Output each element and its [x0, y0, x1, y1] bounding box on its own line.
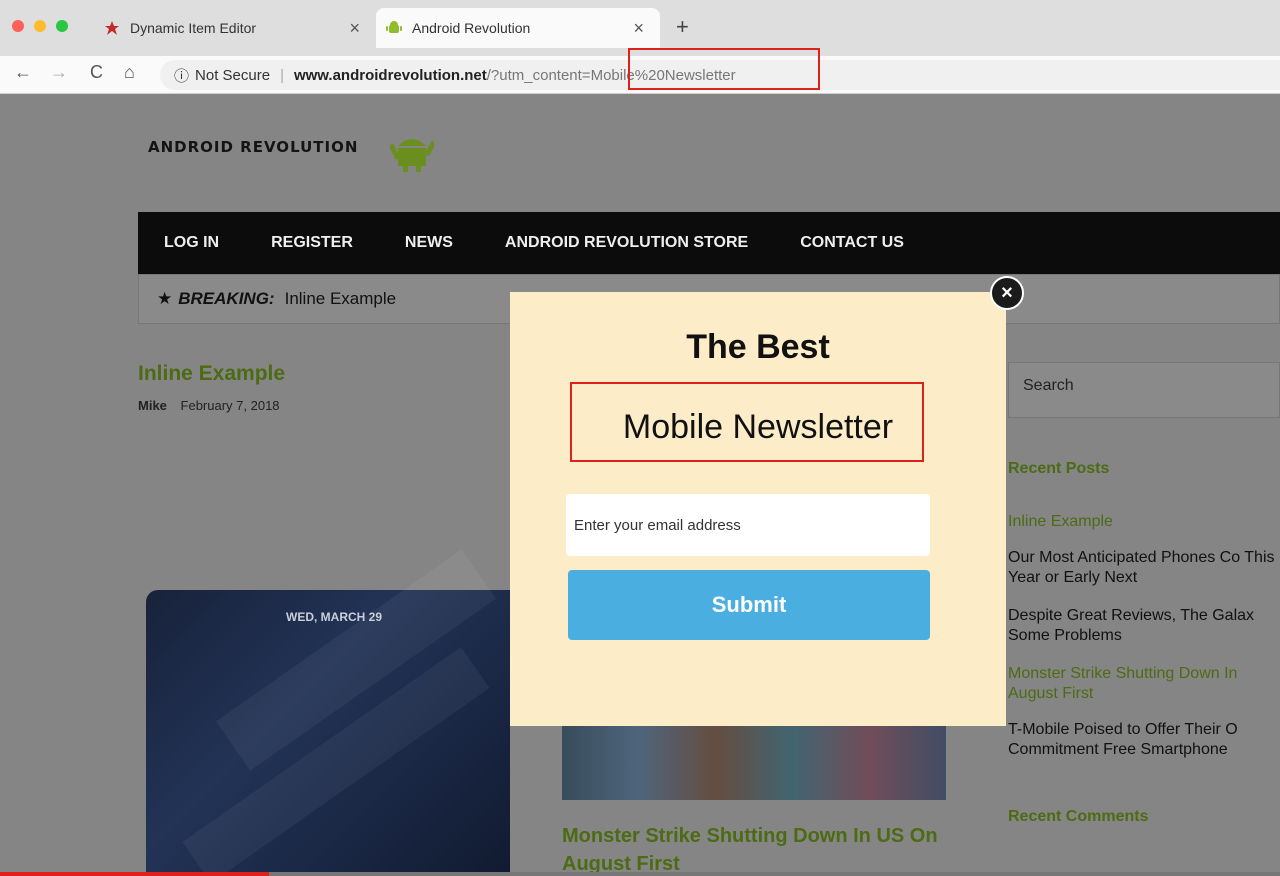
main-nav: LOG IN REGISTER NEWS ANDROID REVOLUTION …	[138, 212, 1280, 274]
recent-post-link[interactable]: Despite Great Reviews, The Galax Some Pr…	[1008, 606, 1280, 648]
back-arrow-icon[interactable]: ←	[14, 62, 32, 83]
android-favicon-icon	[386, 20, 402, 36]
tab-label: Android Revolution	[412, 20, 531, 36]
phone-image[interactable]: WED, MARCH 29	[146, 549, 510, 876]
android-logo-icon	[389, 134, 436, 177]
close-window-button[interactable]	[12, 20, 24, 32]
reload-icon[interactable]: C	[90, 62, 103, 83]
recent-post-link[interactable]: Our Most Anticipated Phones Co This Year…	[1008, 548, 1280, 590]
post-author[interactable]: Mike	[138, 398, 167, 413]
url-host: www.androidrevolution.net	[293, 66, 487, 84]
tab-close-icon[interactable]: ×	[349, 18, 360, 39]
newsletter-modal: The Best Mobile Newsletter Submit	[510, 292, 1006, 726]
email-field[interactable]	[566, 494, 930, 556]
close-icon[interactable]: ×	[990, 276, 1024, 310]
nav-contact[interactable]: CONTACT US	[800, 234, 904, 252]
maximize-window-button[interactable]	[56, 20, 68, 32]
post-date: February 7, 2018	[180, 398, 280, 413]
recent-post-link[interactable]: T-Mobile Poised to Offer Their O Commitm…	[1008, 720, 1280, 762]
phone-date: WED, MARCH 29	[286, 610, 383, 624]
tab-favicon-icon	[104, 20, 120, 36]
tab-label: Dynamic Item Editor	[130, 20, 257, 36]
url-highlight-box	[628, 48, 820, 90]
minimize-window-button[interactable]	[34, 20, 46, 32]
recent-posts-title: Recent Posts	[1008, 460, 1110, 477]
breaking-label: BREAKING:	[178, 289, 275, 308]
recent-comments-title: Recent Comments	[1008, 808, 1149, 825]
home-icon[interactable]: ⌂	[124, 62, 135, 83]
tab-close-icon[interactable]: ×	[633, 18, 644, 39]
nav-news[interactable]: NEWS	[405, 234, 453, 252]
nav-store[interactable]: ANDROID REVOLUTION STORE	[505, 234, 748, 252]
nav-login[interactable]: LOG IN	[164, 234, 219, 252]
recent-post-link[interactable]: Monster Strike Shutting Down In August F…	[1008, 664, 1280, 706]
breaking-link[interactable]: Inline Example	[285, 289, 397, 309]
post-title[interactable]: Inline Example	[138, 362, 285, 386]
post-meta: Mike February 7, 2018	[138, 398, 280, 413]
star-icon: ★	[157, 289, 173, 308]
video-progress-fill	[0, 872, 269, 876]
tab-dynamic-item-editor[interactable]: Dynamic Item Editor ×	[92, 8, 376, 48]
modal-heading: The Best	[686, 328, 830, 366]
subheading-highlight-box	[570, 382, 924, 462]
recent-post-link[interactable]: Inline Example	[1008, 512, 1280, 534]
url-path: /?utm_content=	[486, 66, 591, 84]
new-tab-button[interactable]: +	[676, 14, 689, 40]
nav-register[interactable]: REGISTER	[271, 234, 353, 252]
article-title[interactable]: Monster Strike Shutting Down In US On Au…	[562, 822, 962, 876]
site-logo[interactable]: ANDROID REVOLUTION	[148, 138, 358, 156]
info-icon[interactable]: ⓘ	[174, 65, 189, 86]
forward-arrow-icon[interactable]: →	[50, 62, 68, 83]
divider: |	[280, 66, 284, 84]
tab-android-revolution[interactable]: Android Revolution ×	[376, 8, 660, 48]
security-indicator[interactable]: Not Secure	[195, 67, 270, 84]
sidebar-search-input[interactable]: Search	[1008, 362, 1280, 418]
video-progress-bar[interactable]	[0, 872, 1280, 876]
submit-button[interactable]: Submit	[568, 570, 930, 640]
